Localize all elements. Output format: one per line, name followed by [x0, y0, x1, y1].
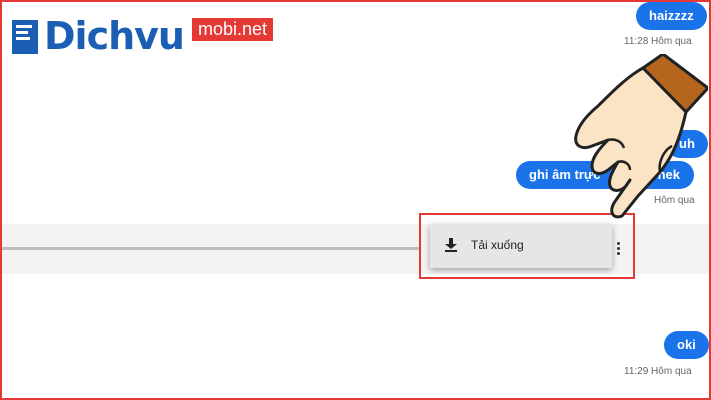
- logo-brand-text: Dichvu: [44, 14, 185, 58]
- chat-logo-icon: [12, 20, 38, 54]
- message-timestamp: 11:28 Hôm qua: [624, 36, 692, 47]
- message-timestamp: 11:29 Hôm qua: [624, 366, 692, 377]
- logo-domain-badge: mobi.net: [192, 18, 274, 41]
- site-logo: Dichvu mobi.net: [8, 14, 298, 58]
- message-bubble[interactable]: oki: [664, 331, 709, 359]
- message-bubble[interactable]: haizzzz: [636, 2, 707, 30]
- audio-progress-line[interactable]: [0, 247, 420, 250]
- pointing-hand-icon: [574, 54, 708, 219]
